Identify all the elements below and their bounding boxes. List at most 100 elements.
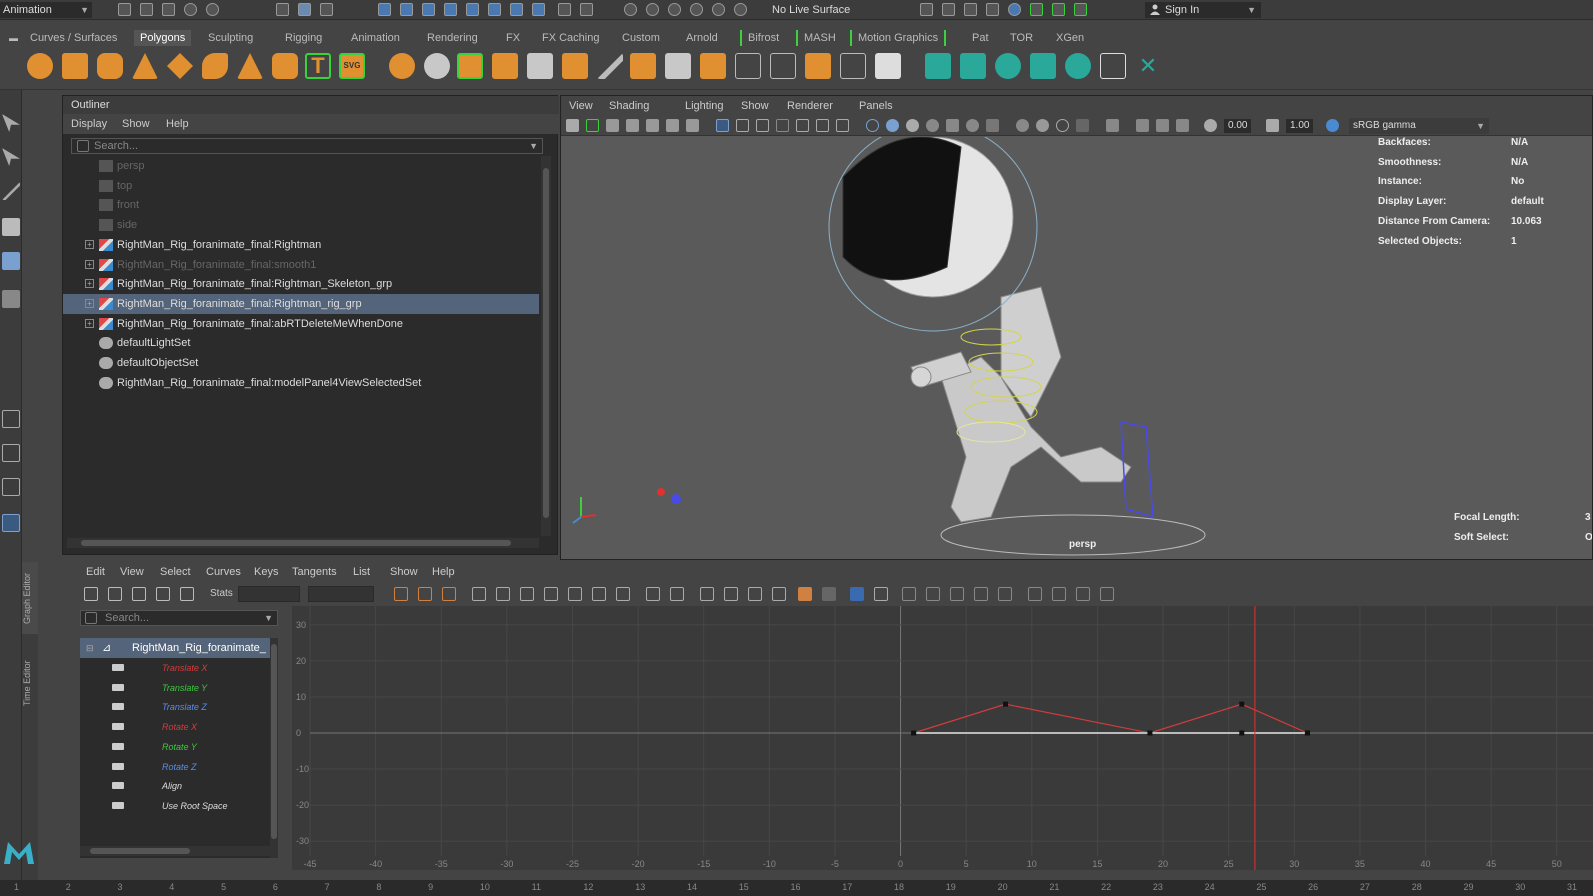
- frame-all-icon[interactable]: [394, 587, 408, 601]
- break-tangents-icon[interactable]: [700, 587, 714, 601]
- menu-tangents[interactable]: Tangents: [292, 562, 337, 582]
- tab-motion-graphics[interactable]: Motion Graphics: [850, 30, 947, 46]
- append-polygon-icon[interactable]: [700, 53, 726, 79]
- buffer-curve-snapshot-icon[interactable]: [646, 587, 660, 601]
- retime-tool-icon[interactable]: [180, 587, 194, 601]
- bridge-icon[interactable]: [665, 53, 691, 79]
- frame-playback-range-icon[interactable]: [418, 587, 432, 601]
- live-surface-icon[interactable]: [734, 3, 747, 16]
- snap-to-curve-icon[interactable]: [400, 3, 413, 16]
- tab-fx-caching[interactable]: FX Caching: [536, 30, 605, 46]
- open-scene-icon[interactable]: [140, 3, 153, 16]
- average-vertices-icon[interactable]: [527, 53, 553, 79]
- multi-cut-icon[interactable]: [597, 53, 623, 79]
- curve-visibility-icon[interactable]: [112, 782, 124, 790]
- curve-visibility-icon[interactable]: [112, 703, 124, 711]
- move-key-icon[interactable]: [84, 587, 98, 601]
- chevron-down-icon[interactable]: ▼: [529, 139, 538, 153]
- move-tool-icon[interactable]: [2, 218, 20, 236]
- channel-row[interactable]: Use Root Space: [80, 796, 270, 816]
- channel-row[interactable]: Translate Y: [80, 678, 270, 698]
- tab-curves-surfaces[interactable]: Curves / Surfaces: [24, 30, 123, 46]
- select-by-object-icon[interactable]: [298, 3, 311, 16]
- menu-help[interactable]: Help: [166, 114, 189, 134]
- channel-row[interactable]: Translate X: [80, 658, 270, 678]
- snap-together-icon[interactable]: [646, 3, 659, 16]
- lock-icon[interactable]: [558, 3, 571, 16]
- snap-to-grid-icon[interactable]: [378, 3, 391, 16]
- scale-tool-icon[interactable]: [2, 290, 20, 308]
- linear-tangent-icon[interactable]: [544, 587, 558, 601]
- channel-row[interactable]: Rotate Y: [80, 737, 270, 757]
- outliner-row[interactable]: RightMan_Rig_foranimate_final:modelPanel…: [63, 373, 539, 393]
- magnet-icon[interactable]: [624, 3, 637, 16]
- poly-sphere-icon[interactable]: [27, 53, 53, 79]
- menu-help[interactable]: Help: [432, 562, 455, 582]
- single-pane-icon[interactable]: [2, 410, 20, 428]
- outliner-row[interactable]: + RightMan_Rig_foranimate_final:Rightman: [63, 235, 539, 255]
- outliner-row[interactable]: persp: [63, 156, 539, 176]
- menu-curves[interactable]: Curves: [206, 562, 241, 582]
- undo-icon[interactable]: [184, 3, 197, 16]
- tab-graph-editor[interactable]: Graph Editor: [22, 562, 38, 634]
- snap-point-icon[interactable]: [690, 3, 703, 16]
- auto-tangent-icon[interactable]: [472, 587, 486, 601]
- automatic-map-icon[interactable]: [1030, 53, 1056, 79]
- post-infinity-offset-icon[interactable]: [1028, 587, 1042, 601]
- snap-to-point-icon[interactable]: [422, 3, 435, 16]
- combine-icon[interactable]: [389, 53, 415, 79]
- outliner-row[interactable]: + RightMan_Rig_foranimate_final:smooth1: [63, 255, 539, 275]
- curve-visibility-icon[interactable]: [112, 683, 124, 691]
- poly-pyramid-icon[interactable]: [237, 53, 263, 79]
- snap-plane-icon[interactable]: [712, 3, 725, 16]
- trax-editor-icon[interactable]: [1076, 587, 1090, 601]
- select-tool-icon[interactable]: [2, 114, 20, 132]
- menu-set-dropdown[interactable]: Animation ▼: [0, 2, 92, 18]
- output-ops-icon[interactable]: [510, 3, 523, 16]
- outliner-horizontal-scrollbar[interactable]: [67, 538, 539, 548]
- offset-edge-loop-icon[interactable]: [770, 53, 796, 79]
- smooth-icon[interactable]: [492, 53, 518, 79]
- curve-visibility-icon[interactable]: [112, 664, 124, 671]
- dope-sheet-icon[interactable]: [1052, 587, 1066, 601]
- denormalize-icon[interactable]: [926, 587, 940, 601]
- curve-visibility-icon[interactable]: [112, 742, 124, 750]
- outliner-row[interactable]: defaultLightSet: [63, 333, 539, 353]
- input-ops-icon[interactable]: [488, 3, 501, 16]
- stats-value-field[interactable]: [308, 586, 374, 602]
- render-settings-icon[interactable]: [986, 3, 999, 16]
- separate-icon[interactable]: [424, 53, 450, 79]
- tab-fx[interactable]: FX: [500, 30, 526, 46]
- channel-row[interactable]: Rotate X: [80, 717, 270, 737]
- auto-load-icon[interactable]: [798, 587, 812, 601]
- tab-polygons[interactable]: Polygons: [134, 30, 192, 46]
- planar-map-icon[interactable]: [925, 53, 951, 79]
- outliner-row[interactable]: + RightMan_Rig_foranimate_final:Rightman_…: [63, 274, 539, 294]
- bevel-icon[interactable]: [630, 53, 656, 79]
- center-current-time-icon[interactable]: [442, 587, 456, 601]
- tab-custom[interactable]: Custom: [616, 30, 666, 46]
- poly-type-icon[interactable]: T: [305, 53, 331, 79]
- value-snap-icon[interactable]: [874, 587, 888, 601]
- wedge-icon[interactable]: [840, 53, 866, 79]
- region-tool-icon[interactable]: [156, 587, 170, 601]
- tab-bifrost[interactable]: Bifrost: [740, 30, 785, 46]
- time-slider[interactable]: 1 2 3 4 5 6 7 8 9 10 11 12 13 14 15 16 17 18 19 20 21 22 23 24 2…: [0, 880, 1593, 896]
- four-pane-icon[interactable]: [2, 444, 20, 462]
- collapse-icon[interactable]: ⊟: [86, 638, 94, 658]
- curve-visibility-icon[interactable]: [112, 762, 124, 770]
- construction-history-icon[interactable]: [532, 3, 545, 16]
- channel-vertical-scrollbar[interactable]: [270, 638, 278, 858]
- save-scene-icon[interactable]: [162, 3, 175, 16]
- poly-cone-icon[interactable]: [132, 53, 158, 79]
- cylindrical-map-icon[interactable]: [960, 53, 986, 79]
- rotate-tool-icon[interactable]: [2, 252, 20, 270]
- arnold-render-icon[interactable]: [1030, 3, 1043, 16]
- outliner-search-field[interactable]: Search... ▼: [71, 138, 543, 154]
- tab-sculpting[interactable]: Sculpting: [202, 30, 259, 46]
- swap-buffer-curve-icon[interactable]: [670, 587, 684, 601]
- plateau-tangent-icon[interactable]: [616, 587, 630, 601]
- poly-torus-icon[interactable]: [202, 53, 228, 79]
- tab-animation[interactable]: Animation: [345, 30, 406, 46]
- time-snap-icon[interactable]: [850, 587, 864, 601]
